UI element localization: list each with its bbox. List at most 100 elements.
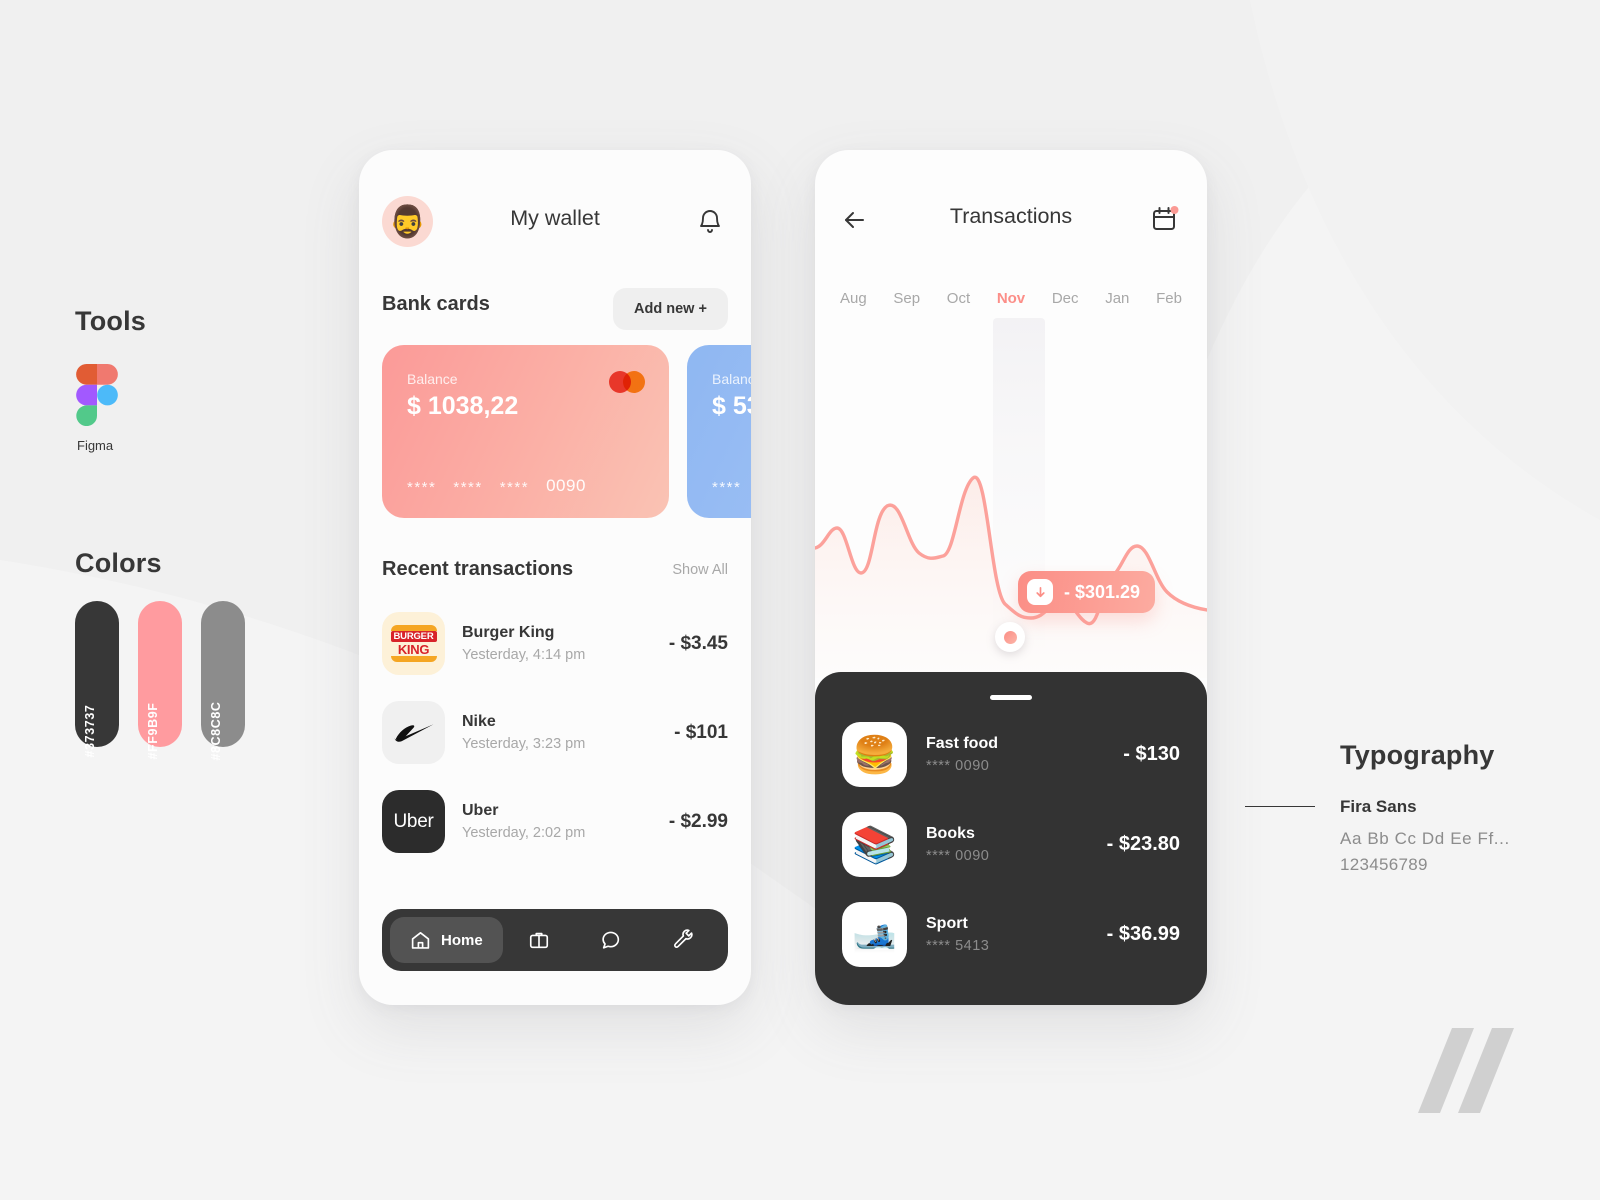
category-name: Fast food — [926, 735, 998, 752]
card-mask-group: **** — [407, 479, 437, 496]
bank-cards-carousel[interactable]: Balance $ 1038,22 **** **** **** 0090 Ba… — [382, 345, 751, 518]
skis-emoji-icon: 🎿 — [842, 902, 907, 967]
calendar-badge-dot — [1170, 206, 1179, 214]
burger-king-logo-icon: BURGER KING — [382, 612, 445, 675]
month-tab-nov[interactable]: Nov — [997, 290, 1025, 307]
transaction-time: Yesterday, 2:02 pm — [462, 825, 586, 841]
color-swatch[interactable]: #FF9B9F — [138, 601, 182, 760]
month-tab-feb[interactable]: Feb — [1156, 290, 1182, 307]
sheet-drag-handle[interactable] — [990, 695, 1032, 700]
chart-active-point[interactable] — [995, 622, 1025, 652]
chat-bubble-icon — [602, 931, 620, 949]
category-sheet: 🍔 Fast food **** 0090 - $130 📚 Books ***… — [815, 672, 1207, 1005]
briefcase-icon — [529, 932, 548, 949]
category-list: 🍔 Fast food **** 0090 - $130 📚 Books ***… — [842, 722, 1180, 992]
recent-transactions-list: BURGER KING Burger King Yesterday, 4:14 … — [382, 612, 728, 879]
bank-card[interactable]: Balance $ 53 **** — [687, 345, 751, 518]
month-tab-oct[interactable]: Oct — [947, 290, 970, 307]
color-swatch-list: #373737 #FF9B9F #8C8C8C — [75, 601, 245, 761]
style-guide-canvas: Tools Figma Colors #373737 #FF9B9F #8C8C… — [0, 0, 1600, 1200]
category-meta: Books **** 0090 — [907, 825, 1107, 864]
category-card-number: **** 0090 — [926, 758, 990, 774]
category-row[interactable]: 📚 Books **** 0090 - $23.80 — [842, 812, 1180, 877]
category-amount: - $130 — [1123, 743, 1180, 765]
color-swatch-label: #373737 — [83, 704, 97, 758]
transaction-row[interactable]: BURGER KING Burger King Yesterday, 4:14 … — [382, 612, 728, 675]
wallet-header: 🧔‍♂️ My wallet — [359, 196, 751, 248]
nav-item-wallet[interactable] — [503, 917, 575, 963]
transaction-amount: - $101 — [674, 721, 728, 743]
color-swatch-label: #8C8C8C — [209, 701, 223, 761]
transaction-merchant: Uber — [462, 802, 499, 819]
nav-item-settings[interactable] — [648, 917, 720, 963]
bottom-navigation: Home — [382, 909, 728, 971]
category-meta: Sport **** 5413 — [907, 915, 1107, 954]
transaction-row[interactable]: Uber Uber Yesterday, 2:02 pm - $2.99 — [382, 790, 728, 853]
background-decoration — [0, 0, 1600, 1200]
bank-cards-title: Bank cards — [382, 293, 490, 315]
category-name: Sport — [926, 915, 968, 932]
nav-item-chat[interactable] — [575, 917, 647, 963]
typography-numerals: 123456789 — [1340, 855, 1428, 874]
show-all-link[interactable]: Show All — [672, 562, 728, 578]
card-mask-group: **** — [712, 479, 742, 496]
add-new-card-button[interactable]: Add new + — [613, 288, 728, 330]
transaction-amount: - $3.45 — [668, 632, 728, 654]
card-balance-value: $ 53 — [712, 392, 751, 420]
bank-cards-header: Bank cards Add new + — [382, 288, 728, 330]
category-card-number: **** 0090 — [926, 848, 990, 864]
chart-tooltip-amount: - $301.29 — [1064, 581, 1141, 602]
bell-icon[interactable] — [695, 206, 725, 238]
transaction-amount: - $2.99 — [668, 810, 728, 832]
transaction-time: Yesterday, 3:23 pm — [462, 736, 586, 752]
calendar-icon[interactable] — [1147, 201, 1183, 237]
uber-logo-icon: Uber — [382, 790, 445, 853]
transaction-time: Yesterday, 4:14 pm — [462, 647, 586, 663]
month-tab-jan[interactable]: Jan — [1105, 290, 1129, 307]
nav-item-home-label: Home — [441, 931, 483, 949]
mastercard-logo-icon — [609, 371, 645, 393]
nike-swoosh-logo-icon — [382, 701, 445, 764]
spending-line-chart[interactable]: - $301.29 — [815, 318, 1207, 678]
category-amount: - $23.80 — [1106, 833, 1180, 855]
category-row[interactable]: 🍔 Fast food **** 0090 - $130 — [842, 722, 1180, 787]
colors-section-title: Colors — [75, 548, 162, 578]
transactions-screen: Transactions Aug Sep Oct Nov Dec Jan Feb — [815, 150, 1207, 1005]
transaction-meta: Nike Yesterday, 3:23 pm — [445, 713, 674, 752]
arrow-down-circle-icon — [1027, 579, 1053, 605]
card-last4: 0090 — [546, 476, 586, 495]
double-slash-logo-icon — [1418, 1028, 1514, 1113]
card-number: **** — [712, 479, 741, 496]
home-icon — [411, 931, 430, 949]
transaction-merchant: Nike — [462, 713, 496, 730]
transaction-row[interactable]: Nike Yesterday, 3:23 pm - $101 — [382, 701, 728, 764]
tools-section-title: Tools — [75, 306, 146, 336]
color-swatch-label: #FF9B9F — [146, 702, 160, 760]
books-emoji-icon: 📚 — [842, 812, 907, 877]
month-tab-aug[interactable]: Aug — [840, 290, 867, 307]
color-swatch[interactable]: #8C8C8C — [201, 601, 245, 761]
bank-card[interactable]: Balance $ 1038,22 **** **** **** 0090 — [382, 345, 669, 518]
hamburger-emoji-icon: 🍔 — [842, 722, 907, 787]
typography-section-title: Typography — [1340, 740, 1495, 770]
card-mask-group: **** — [453, 479, 483, 496]
category-row[interactable]: 🎿 Sport **** 5413 - $36.99 — [842, 902, 1180, 967]
transaction-merchant: Burger King — [462, 624, 555, 641]
typography-alphabet: Aa Bb Cc Dd Ee Ff... — [1340, 829, 1510, 848]
transactions-header: Transactions — [815, 198, 1207, 242]
category-meta: Fast food **** 0090 — [907, 735, 1123, 774]
month-tab-dec[interactable]: Dec — [1052, 290, 1079, 307]
typography-divider — [1245, 806, 1315, 807]
transaction-meta: Uber Yesterday, 2:02 pm — [445, 802, 669, 841]
chart-tooltip: - $301.29 — [1018, 571, 1156, 613]
nav-item-home[interactable]: Home — [390, 917, 503, 963]
month-tab-sep[interactable]: Sep — [893, 290, 920, 307]
color-swatch[interactable]: #373737 — [75, 601, 119, 757]
category-amount: - $36.99 — [1106, 923, 1180, 945]
figma-logo-icon — [76, 364, 118, 426]
typography-font-name: Fira Sans — [1340, 797, 1417, 816]
figma-label: Figma — [77, 438, 114, 453]
category-card-number: **** 5413 — [926, 938, 990, 954]
month-selector[interactable]: Aug Sep Oct Nov Dec Jan Feb — [815, 290, 1207, 307]
wrench-icon — [673, 929, 693, 948]
